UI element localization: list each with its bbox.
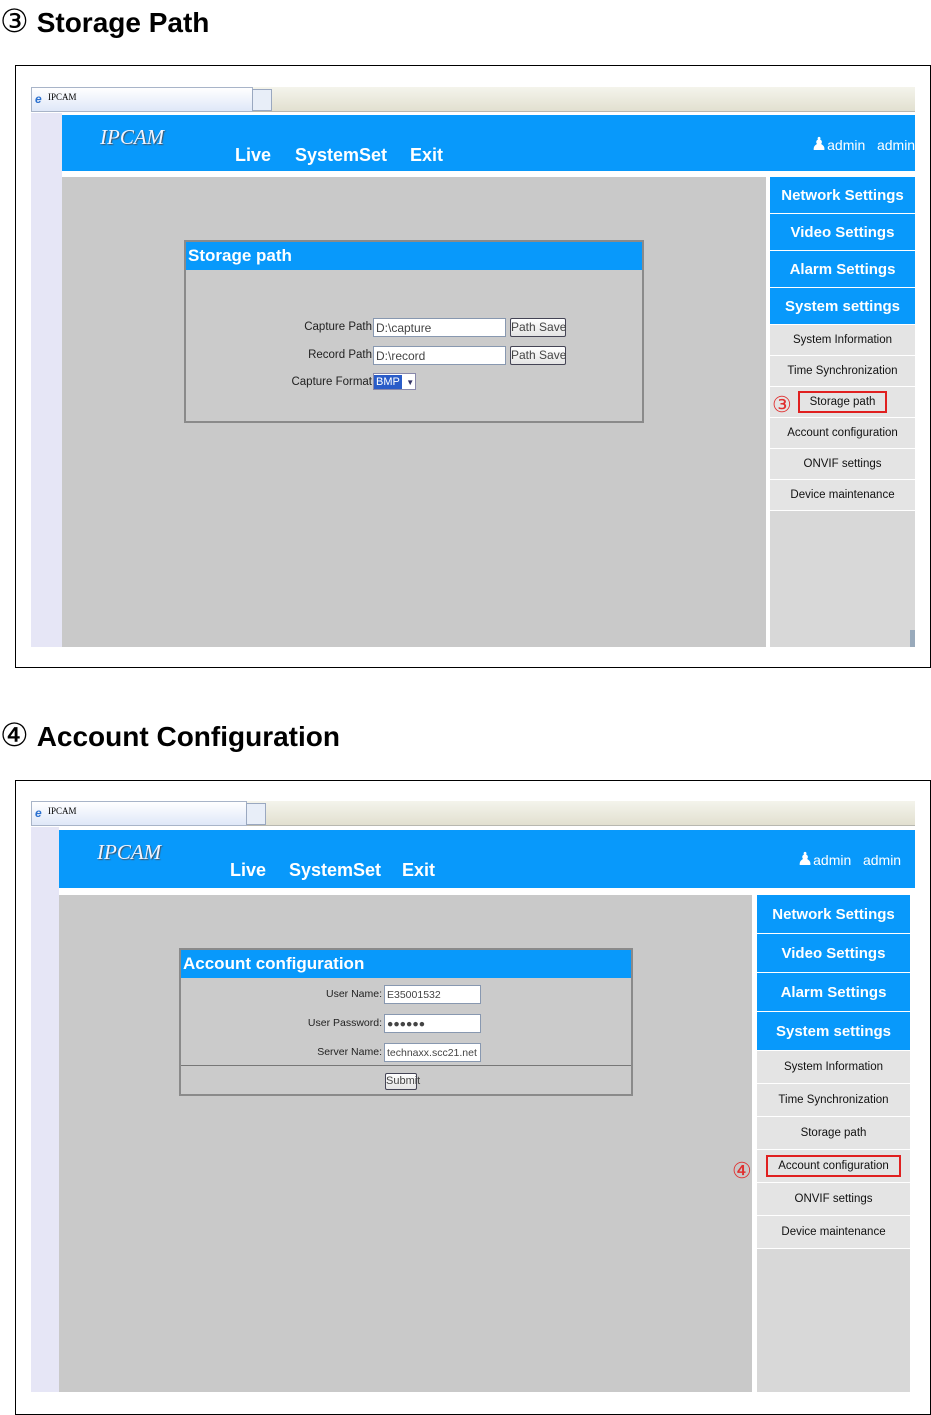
username: admin: [827, 137, 866, 153]
sidebar-item-label: Storage path: [797, 391, 888, 413]
new-tab-button[interactable]: [246, 803, 266, 825]
step-marker: ④: [732, 1158, 752, 1183]
sidebar-item-video-settings[interactable]: Video Settings: [757, 934, 910, 973]
path-save-button[interactable]: Path Save: [510, 318, 566, 337]
sidebar-item-label: Alarm Settings: [789, 261, 896, 278]
capture-format-select[interactable]: BMP ▼: [373, 373, 416, 390]
divider: [181, 1065, 631, 1066]
nav-exit[interactable]: Exit: [410, 145, 443, 166]
user-name-input[interactable]: E35001532: [384, 985, 481, 1004]
sidebar-item-system-information[interactable]: System Information: [770, 325, 915, 356]
user-info: ♟admin admin: [811, 134, 915, 155]
browser-tab[interactable]: IPCAM: [31, 87, 253, 112]
sidebar-item-label: ONVIF settings: [794, 1193, 873, 1205]
sidebar-item-alarm-settings[interactable]: Alarm Settings: [770, 251, 915, 288]
app-header: [62, 115, 915, 171]
sidebar-item-label: Device maintenance: [781, 1226, 886, 1238]
sidebar-item-label: Network Settings: [781, 187, 904, 204]
nav-live[interactable]: Live: [230, 860, 266, 881]
app-logo: IPCAM: [100, 125, 165, 149]
sidebar-item-time-synchronization[interactable]: Time Synchronization: [770, 356, 915, 387]
nav-live[interactable]: Live: [235, 145, 271, 166]
sidebar-item-label: Storage path: [800, 1127, 867, 1139]
nav-exit[interactable]: Exit: [402, 860, 435, 881]
record-path-input[interactable]: D:\record: [373, 346, 506, 365]
sidebar-item-label: System Information: [783, 1061, 884, 1073]
field-label: Capture Path: [304, 321, 372, 333]
section-heading: ③ Storage Path: [0, 2, 209, 40]
ie-icon: e: [35, 806, 42, 820]
sidebar-item-network-settings[interactable]: Network Settings: [757, 895, 910, 934]
sidebar-item-label: System settings: [775, 1023, 892, 1040]
sidebar-item-system-settings[interactable]: System settings: [770, 288, 915, 325]
sidebar-item-label: Video Settings: [781, 945, 886, 962]
sidebar-item-system-settings[interactable]: System settings: [757, 1012, 910, 1051]
sidebar-item-label: Time Synchronization: [787, 365, 898, 377]
sidebar-item-storage-path[interactable]: Storage path: [757, 1117, 910, 1150]
sidebar-item-label: System settings: [784, 298, 901, 315]
sidebar-item-label: Time Synchronization: [778, 1094, 889, 1106]
sidebar-item-label: Account configuration: [787, 427, 898, 439]
sidebar-item-account-configuration[interactable]: Account configuration: [770, 418, 915, 449]
section-title: Account Configuration: [36, 721, 340, 752]
user-role: admin: [862, 852, 902, 868]
sidebar-item-device-maintenance[interactable]: Device maintenance: [757, 1216, 910, 1249]
sidebar-item-video-settings[interactable]: Video Settings: [770, 214, 915, 251]
section-number: ④: [0, 717, 29, 753]
capture-format-label: Capture Format: [291, 376, 372, 388]
sidebar-item-alarm-settings[interactable]: Alarm Settings: [757, 973, 910, 1012]
sidebar-item-network-settings[interactable]: Network Settings: [770, 177, 915, 214]
dialog-title: Account configuration: [181, 950, 631, 978]
section-title: Storage Path: [36, 7, 210, 38]
user-password-input[interactable]: ●●●●●●: [384, 1014, 481, 1033]
browser-tab[interactable]: IPCAM: [31, 801, 247, 826]
sidebar-item-onvif-settings[interactable]: ONVIF settings: [770, 449, 915, 480]
field-label: User Name:: [325, 988, 382, 1000]
sidebar-item-label: Network Settings: [772, 906, 895, 923]
chevron-down-icon: ▼: [406, 378, 415, 387]
ie-icon: e: [35, 92, 42, 106]
step-marker: ③: [772, 392, 792, 417]
sidebar-item-account-configuration[interactable]: Account configuration: [757, 1150, 910, 1183]
app-logo: IPCAM: [97, 840, 162, 864]
dialog-title: Storage path: [186, 242, 642, 270]
sidebar-item-label: System Information: [792, 334, 893, 346]
sidebar-item-label: Device maintenance: [790, 489, 895, 501]
section-heading: ④ Account Configuration: [0, 716, 340, 754]
capture-path-input[interactable]: D:\capture: [373, 318, 506, 337]
sidebar-item-time-synchronization[interactable]: Time Synchronization: [757, 1084, 910, 1117]
field-label: User Password:: [307, 1017, 382, 1029]
path-save-button[interactable]: Path Save: [510, 346, 566, 365]
sidebar-item-label: Video Settings: [790, 224, 895, 241]
sidebar-item-label: ONVIF settings: [803, 458, 882, 470]
sidebar-item-label: Alarm Settings: [780, 984, 887, 1001]
server-name-input[interactable]: technaxx.scc21.net: [384, 1043, 481, 1062]
field-label: Record Path: [308, 349, 372, 361]
field-label: Server Name:: [317, 1046, 382, 1058]
sidebar-item-system-information[interactable]: System Information: [757, 1051, 910, 1084]
left-strip: [31, 113, 62, 647]
scrollbar[interactable]: [910, 630, 915, 647]
selected-value: BMP: [374, 375, 402, 389]
user-role: admin: [876, 137, 915, 153]
new-tab-button[interactable]: [252, 89, 272, 111]
sidebar-item-label: Account configuration: [766, 1155, 901, 1177]
sidebar-item-device-maintenance[interactable]: Device maintenance: [770, 480, 915, 511]
section-number: ③: [0, 3, 29, 39]
left-strip: [31, 827, 59, 1392]
sidebar-item-storage-path[interactable]: Storage path: [770, 387, 915, 418]
nav-systemset[interactable]: SystemSet: [295, 145, 387, 166]
user-icon: ♟: [811, 134, 828, 154]
user-info: ♟admin admin: [797, 849, 901, 870]
user-icon: ♟: [797, 849, 814, 869]
sidebar-item-onvif-settings[interactable]: ONVIF settings: [757, 1183, 910, 1216]
submit-button[interactable]: Submit: [385, 1073, 420, 1090]
username: admin: [813, 852, 852, 868]
nav-systemset[interactable]: SystemSet: [289, 860, 381, 881]
app-header: [59, 830, 915, 888]
